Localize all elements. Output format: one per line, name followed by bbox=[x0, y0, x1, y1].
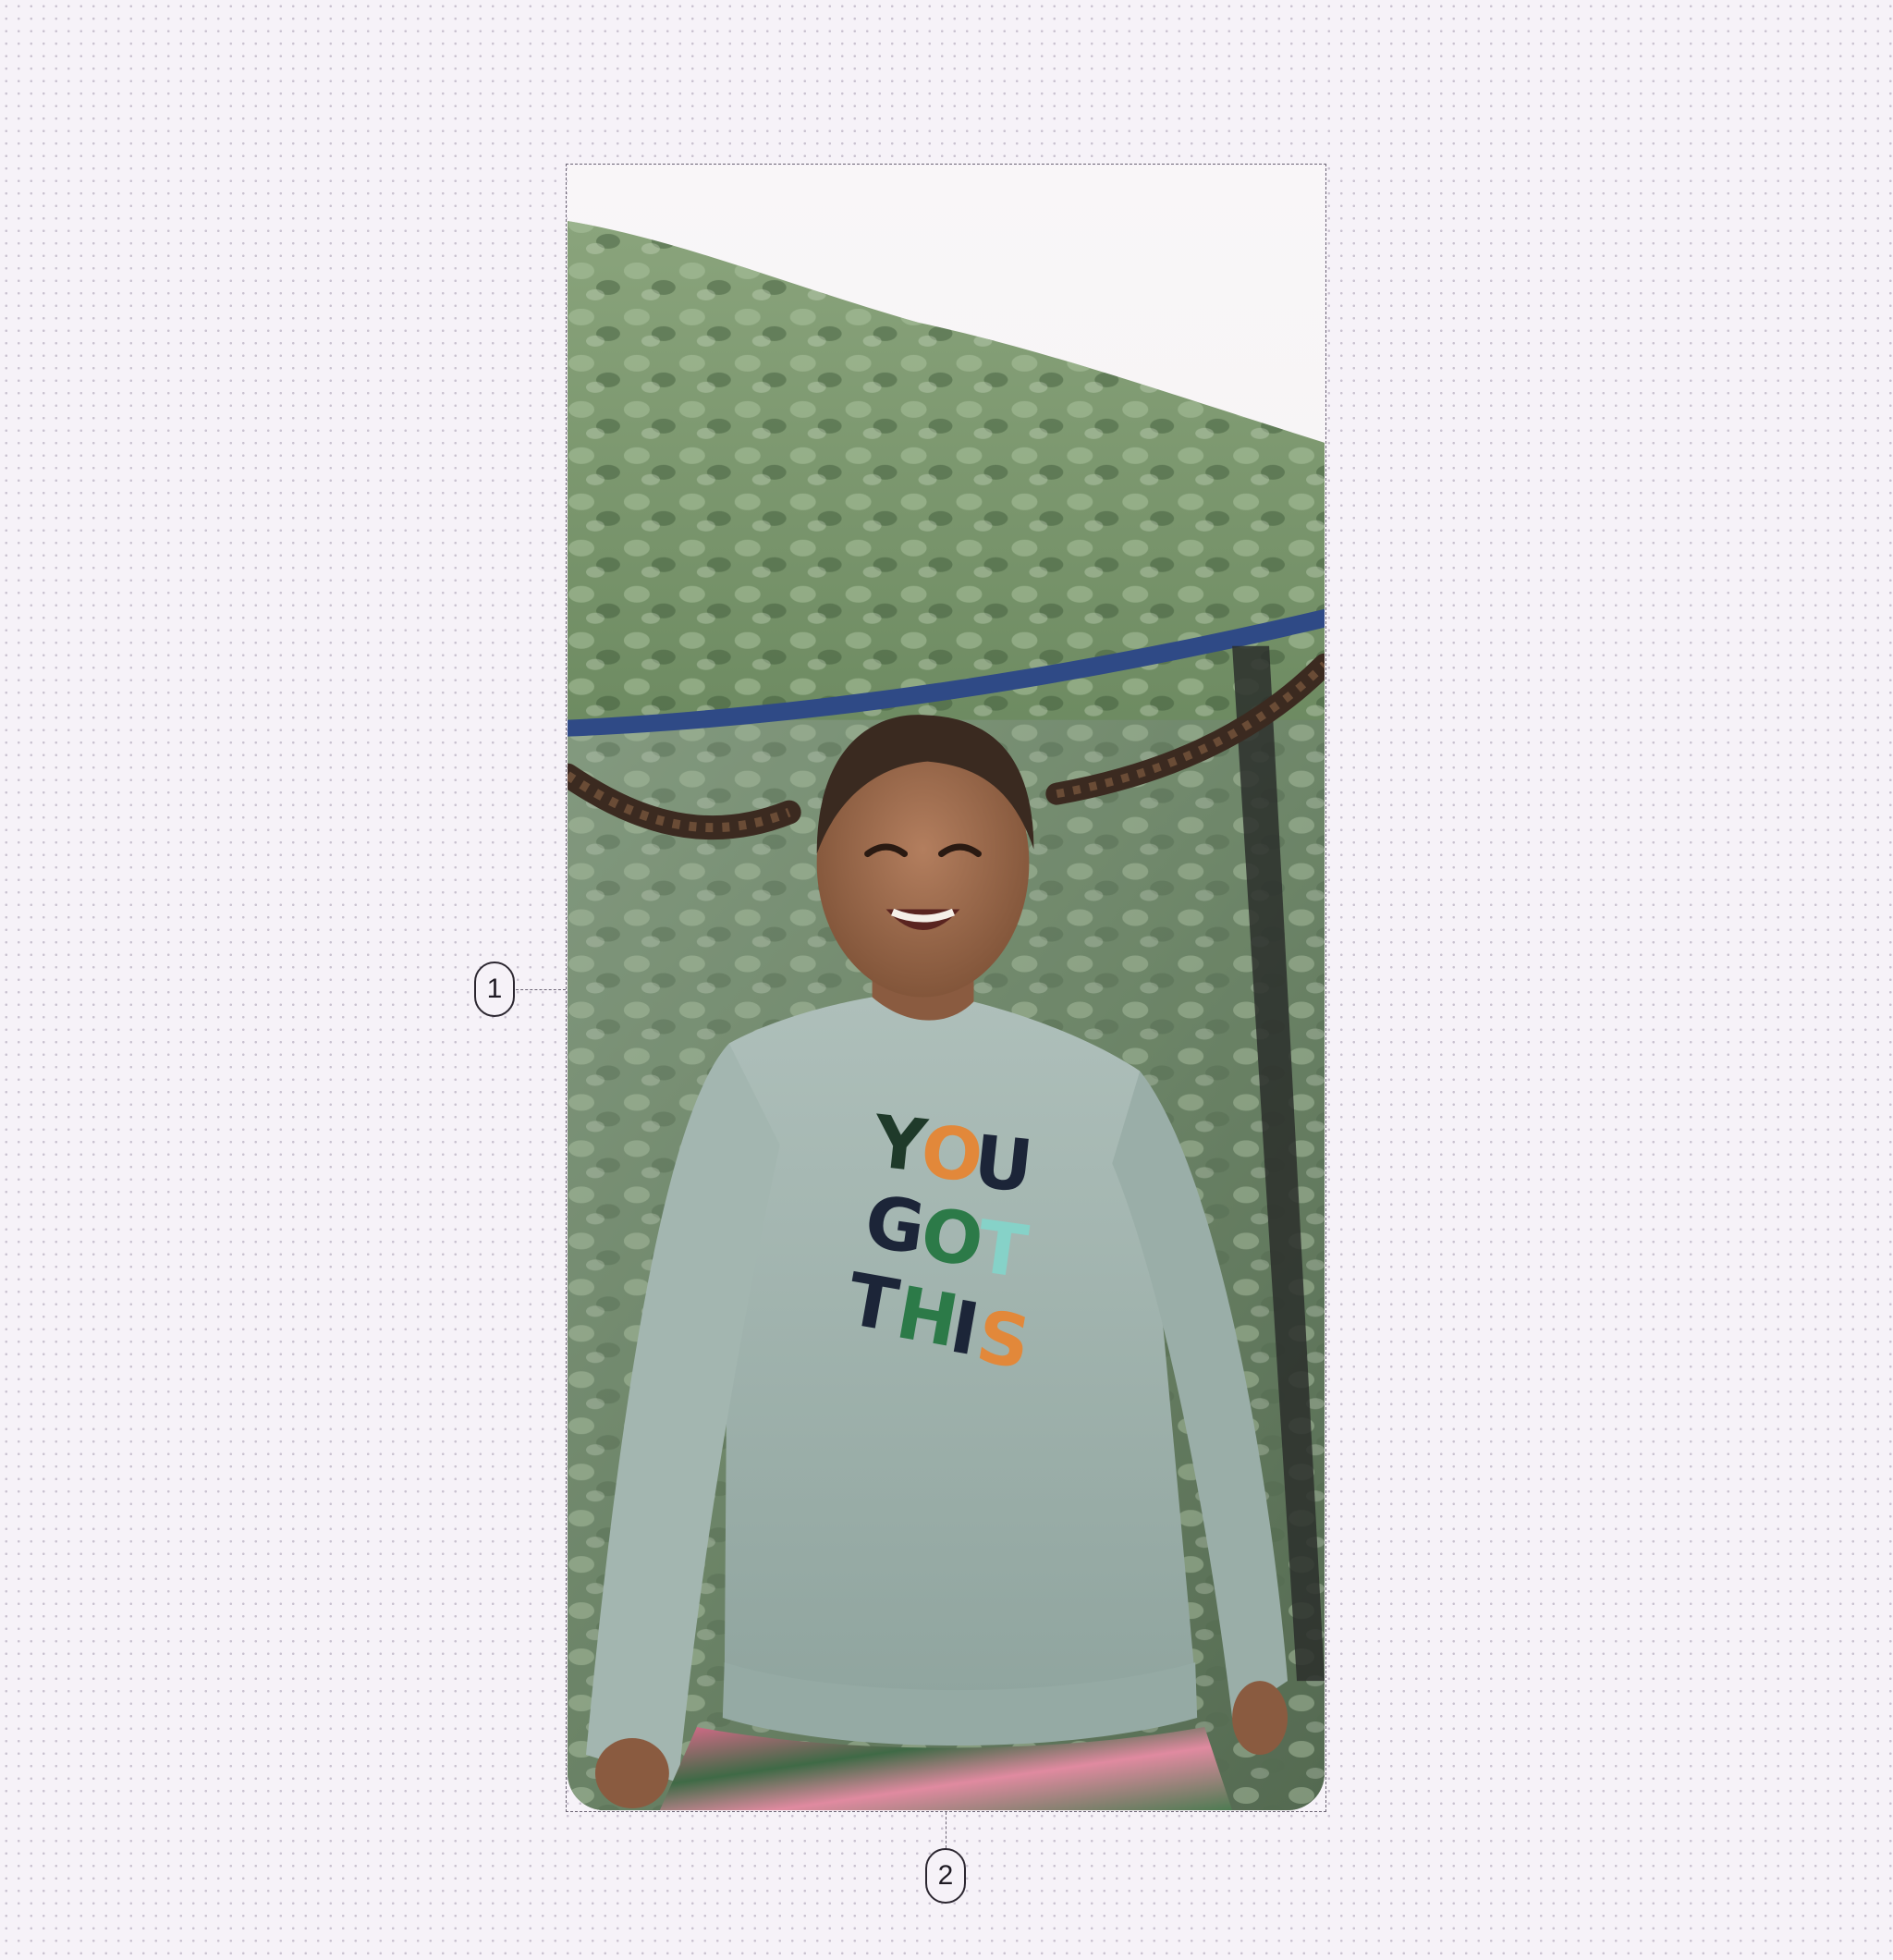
callout-2-badge: 2 bbox=[925, 1848, 966, 1904]
image-container-bounds: Y O U G O T T H I S bbox=[566, 164, 1326, 1812]
callout-2-label: 2 bbox=[937, 1860, 954, 1891]
photo-illustration: Y O U G O T T H I S bbox=[568, 165, 1325, 1810]
callout-1-badge: 1 bbox=[474, 962, 515, 1017]
callout-1-leader-line bbox=[516, 989, 566, 990]
svg-text:U: U bbox=[970, 1121, 1036, 1209]
callout-1-label: 1 bbox=[486, 974, 503, 1004]
spec-canvas: Y O U G O T T H I S 1 2 bbox=[0, 0, 1893, 1960]
full-bleed-photo: Y O U G O T T H I S bbox=[568, 165, 1325, 1810]
